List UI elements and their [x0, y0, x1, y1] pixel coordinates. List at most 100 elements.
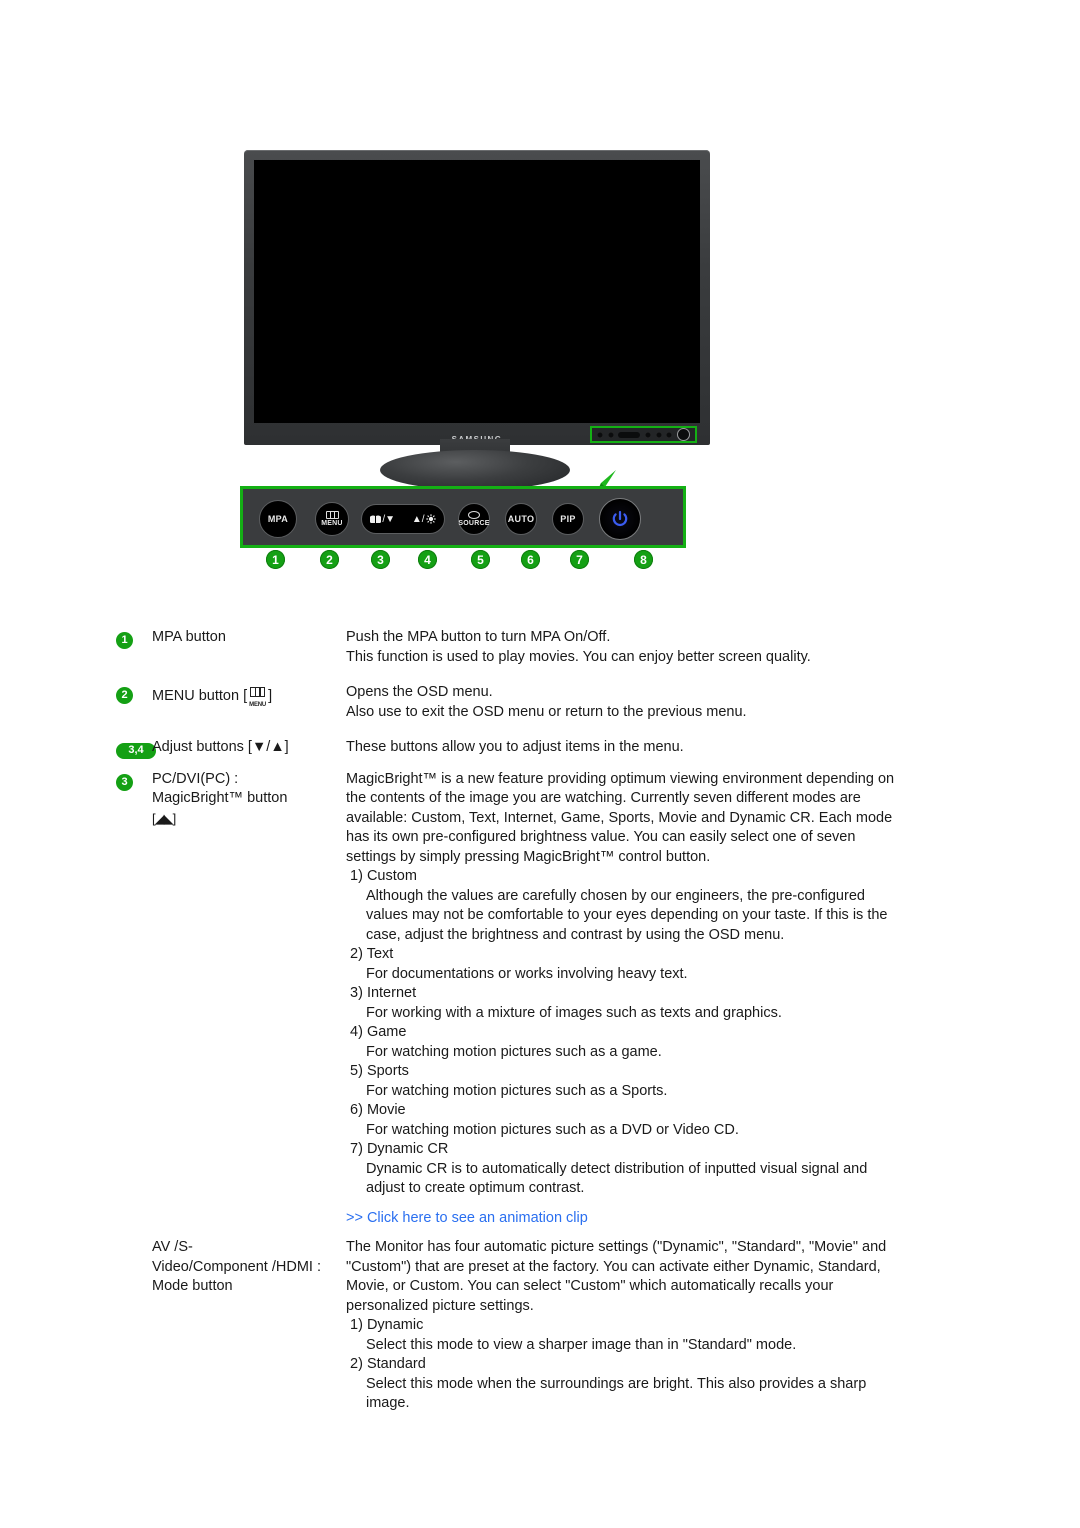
mode-item: 5) Sports: [346, 1062, 906, 1082]
bezel-pip-dot-icon: [666, 431, 673, 438]
monitor-base: [380, 450, 570, 490]
mode-label-line-1: AV /S-: [152, 1239, 193, 1255]
row-desc-adjust: These buttons allow you to adjust items …: [346, 739, 684, 755]
mode-title: Game: [366, 1024, 407, 1040]
mode-number: 7): [350, 1141, 363, 1157]
mode-body: Select this mode when the surroundings a…: [366, 1375, 867, 1412]
power-icon: [612, 510, 628, 526]
power-button[interactable]: [599, 498, 641, 540]
marker-2: 2: [320, 550, 339, 569]
mode-item: 1) Custom: [346, 867, 906, 887]
magicbright-glyph-icon: [◢◣]: [152, 810, 176, 826]
menu-button-label: MENU: [321, 520, 343, 527]
mode-number: 2): [350, 946, 363, 962]
row-marker-cell: 1: [116, 628, 152, 650]
mode-number: 1): [350, 868, 363, 884]
adjust-down-button[interactable]: /▼: [370, 514, 395, 525]
row-label-adjust: Adjust buttons [▼/▲]: [152, 739, 289, 755]
mode-item: 1) Dynamic: [346, 1316, 906, 1336]
mode-item: 2) Standard: [346, 1355, 906, 1375]
mode-body: For working with a mixture of images suc…: [366, 1004, 782, 1021]
mode-number: 2): [350, 1356, 363, 1372]
marker-4: 4: [418, 550, 437, 569]
menu-label-prefix: MENU button [: [152, 688, 248, 704]
mode-item: 7) Dynamic CR: [346, 1140, 906, 1160]
row-label-magicbright: PC/DVI(PC) : MagicBright™ button [◢◣]: [152, 770, 346, 829]
mode-body: For watching motion pictures such as a S…: [366, 1082, 668, 1099]
mpa-desc-line-1: Push the MPA button to turn MPA On/Off.: [346, 629, 611, 645]
mode-title: Standard: [366, 1356, 426, 1372]
marker-8: 8: [634, 550, 653, 569]
mode-label-line-2: Video/Component /HDMI :: [152, 1258, 321, 1275]
menu-button[interactable]: MENU: [315, 502, 349, 536]
badge-1: 1: [116, 632, 133, 649]
mode-title: Dynamic: [366, 1317, 424, 1333]
mode-number: 4): [350, 1024, 363, 1040]
source-button[interactable]: SOURCE: [458, 503, 490, 535]
auto-button[interactable]: AUTO: [505, 503, 537, 535]
mode-number: 1): [350, 1317, 363, 1333]
magicbright-icon: [370, 515, 382, 523]
mode-title: Dynamic CR: [366, 1141, 449, 1157]
mode-number: 6): [350, 1102, 363, 1118]
animation-clip-link[interactable]: >> Click here to see an animation clip: [346, 1209, 906, 1229]
mode-title: Custom: [366, 868, 417, 884]
magicbright-label-line-1: PC/DVI(PC) :: [152, 770, 239, 787]
adjust-buttons[interactable]: /▼ ▲/: [361, 504, 445, 534]
mode-paragraph: The Monitor has four automatic picture s…: [346, 1239, 887, 1314]
mode-body: Select this mode to view a sharper image…: [366, 1336, 797, 1353]
adjust-up-label: ▲/: [411, 513, 425, 525]
mode-number: 3): [350, 985, 363, 1001]
table-row-adjust: 3,4 Adjust buttons [▼/▲] These buttons a…: [116, 738, 906, 760]
pip-button[interactable]: PIP: [552, 503, 584, 535]
button-description-table: 1 MPA button Push the MPA button to turn…: [116, 628, 906, 1414]
mode-title: Sports: [366, 1063, 409, 1079]
brightness-sun-icon: [425, 514, 436, 524]
row-desc-menu: Opens the OSD menu. Also use to exit the…: [346, 683, 906, 722]
bezel-mpa-dot-icon: [597, 431, 604, 438]
monitor-body: SAMSUNG: [244, 150, 710, 445]
row-desc-magicbright: MagicBright™ is a new feature providing …: [346, 770, 906, 1229]
mpa-button[interactable]: MPA: [259, 500, 297, 538]
front-bezel-control-strip: [590, 426, 697, 443]
mpa-button-label: MPA: [267, 514, 289, 524]
menu-osd-icon: MENU: [247, 687, 268, 708]
row-desc-mode-button: The Monitor has four automatic picture s…: [346, 1238, 906, 1414]
row-marker-cell: 2: [116, 683, 152, 705]
menu-desc-line-1: Opens the OSD menu.: [346, 684, 493, 700]
badge-2: 2: [116, 687, 133, 704]
menu-label-suffix: ]: [268, 688, 273, 704]
monitor-screen: [254, 160, 700, 423]
marker-6: 6: [521, 550, 540, 569]
bezel-power-button-icon: [676, 428, 690, 441]
row-desc-mpa: Push the MPA button to turn MPA On/Off. …: [346, 628, 906, 667]
source-loop-icon: [468, 511, 480, 519]
row-label-mpa: MPA button: [152, 629, 226, 645]
mode-body: For watching motion pictures such as a g…: [366, 1043, 662, 1060]
mode-item: 3) Internet: [346, 984, 906, 1004]
marker-7: 7: [570, 550, 589, 569]
mode-item: 4) Game: [346, 1023, 906, 1043]
mode-item: 6) Movie: [346, 1101, 906, 1121]
mode-title: Internet: [366, 985, 417, 1001]
menu-desc-line-2: Also use to exit the OSD menu or return …: [346, 703, 747, 720]
bezel-source-dot-icon: [644, 431, 651, 438]
bezel-menu-dot-icon: [607, 431, 614, 438]
pip-button-label: PIP: [560, 514, 576, 524]
table-row-magicbright: 3 PC/DVI(PC) : MagicBright™ button [◢◣] …: [116, 770, 906, 1229]
mode-body: For watching motion pictures such as a D…: [366, 1121, 739, 1138]
menu-osd-icon-label: MENU: [249, 702, 267, 708]
mode-body: Although the values are carefully chosen…: [366, 887, 888, 943]
mode-label-line-3: Mode button: [152, 1278, 233, 1294]
bezel-auto-dot-icon: [655, 431, 662, 438]
table-row-menu: 2 MENU button [MENU] Opens the OSD menu.…: [116, 683, 906, 722]
badge-3: 3: [116, 773, 133, 791]
bezel-adjust-bar-icon: [618, 431, 641, 438]
marker-3: 3: [371, 550, 390, 569]
adjust-up-button[interactable]: ▲/: [412, 514, 436, 525]
